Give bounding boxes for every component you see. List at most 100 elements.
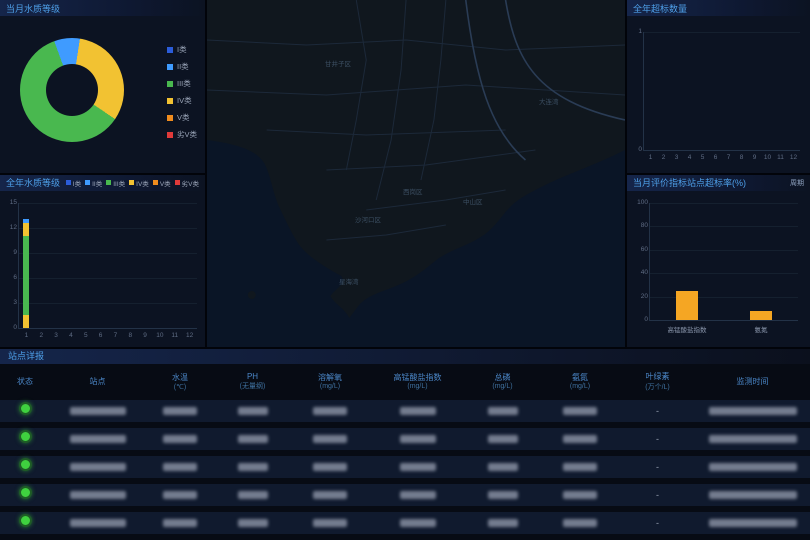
table-cell	[370, 435, 465, 443]
table-cell	[695, 463, 810, 471]
table-cell	[465, 463, 540, 471]
gridline	[650, 203, 798, 204]
legend-item[interactable]: IV类	[167, 95, 197, 106]
table-row[interactable]: -	[0, 428, 810, 450]
water-quality-donut-chart	[20, 38, 124, 142]
panel-exceed-rate: 当月评价指标站点超标率(%) 周期 020406080100高锰酸盐指数氨氮	[627, 175, 810, 348]
redacted-value	[400, 519, 436, 527]
legend-item[interactable]: V类	[153, 178, 171, 188]
legend-swatch	[106, 180, 111, 185]
table-cell	[215, 407, 290, 415]
redacted-value	[163, 407, 197, 415]
station-table-section: 站点详报 状态站点水温(℃)PH(无量纲)溶解氧(mg/L)高锰酸盐指数(mg/…	[0, 349, 810, 540]
legend-item[interactable]: II类	[85, 178, 102, 188]
legend-label: I类	[73, 178, 81, 188]
table-cell	[465, 519, 540, 527]
legend-swatch	[175, 180, 180, 185]
map[interactable]: 甘井子区大连湾西岗区中山区沙河口区星海湾	[207, 0, 625, 347]
x-axis-label: 2	[662, 154, 666, 161]
table-row[interactable]: -	[0, 456, 810, 478]
map-label: 大连湾	[539, 96, 559, 106]
table-cell	[0, 430, 50, 448]
bar-segment	[23, 236, 29, 315]
y-axis-label: 20	[634, 293, 648, 300]
table-cell	[695, 435, 810, 443]
redacted-value	[400, 407, 436, 415]
table-cell	[290, 519, 370, 527]
left-column: 当月水质等级 I类II类III类IV类V类劣V类 全年水质等级 I类II类III…	[0, 0, 205, 347]
y-axis-label: 100	[634, 199, 648, 206]
redacted-value	[70, 407, 126, 415]
column-header: 溶解氧(mg/L)	[290, 372, 370, 390]
table-cell	[145, 435, 215, 443]
table-cell	[370, 407, 465, 415]
legend-swatch	[167, 64, 173, 70]
y-axis-label: 3	[3, 299, 17, 306]
column-header: 叶绿素(万个/L)	[620, 371, 695, 392]
table-cell	[370, 491, 465, 499]
legend-item[interactable]: I类	[66, 178, 81, 188]
redacted-value	[238, 435, 268, 443]
legend-item[interactable]: III类	[106, 178, 125, 188]
period-selector[interactable]: 周期	[790, 178, 804, 188]
column-header: 监测时间	[695, 376, 810, 387]
stacked-bar	[23, 203, 29, 329]
table-cell	[145, 463, 215, 471]
legend-swatch	[167, 115, 173, 121]
exceed-count-chart: 01123456789101112	[643, 32, 800, 151]
legend-swatch	[167, 47, 173, 53]
redacted-value	[238, 407, 268, 415]
gridline	[19, 253, 197, 254]
legend-swatch	[85, 180, 90, 185]
status-dot	[19, 514, 32, 527]
table-body: - - - - -	[0, 398, 810, 540]
exceed-rate-bar-chart: 020406080100高锰酸盐指数氨氮	[649, 203, 798, 322]
top-section: 当月水质等级 I类II类III类IV类V类劣V类 全年水质等级 I类II类III…	[0, 0, 810, 347]
panel-header: 当月评价指标站点超标率(%) 周期	[627, 175, 810, 191]
y-axis-label: 0	[3, 324, 17, 331]
x-axis-label: 3	[675, 154, 679, 161]
redacted-value	[163, 491, 197, 499]
x-axis-label: 6	[714, 154, 718, 161]
y-axis-label: 9	[3, 249, 17, 256]
y-axis-label: 15	[3, 199, 17, 206]
y-axis-label: 60	[634, 246, 648, 253]
legend-item[interactable]: IV类	[129, 178, 149, 188]
x-axis-label: 10	[156, 332, 163, 339]
legend-item[interactable]: III类	[167, 78, 197, 89]
panel-header: 全年水质等级 I类II类III类IV类V类劣V类	[0, 175, 205, 191]
legend-item[interactable]: 劣V类	[175, 178, 199, 188]
legend-item[interactable]: 劣V类	[167, 129, 197, 140]
y-axis-label: 12	[3, 224, 17, 231]
rate-bar	[676, 291, 698, 320]
table-row[interactable]: -	[0, 484, 810, 506]
redacted-value	[313, 407, 347, 415]
bar-segment	[23, 315, 29, 328]
redacted-value	[238, 463, 268, 471]
table-row[interactable]: -	[0, 512, 810, 534]
redacted-value	[238, 519, 268, 527]
table-cell	[695, 407, 810, 415]
legend-item[interactable]: V类	[167, 112, 197, 123]
redacted-value	[400, 435, 436, 443]
gridline	[19, 303, 197, 304]
legend-label: 劣V类	[182, 178, 199, 188]
map-label: 星海湾	[339, 276, 359, 286]
legend-item[interactable]: II类	[167, 61, 197, 72]
y-axis-label: 1	[628, 28, 642, 35]
panel-header: 当月水质等级	[0, 0, 205, 16]
table-cell	[215, 463, 290, 471]
table-row[interactable]: -	[0, 400, 810, 422]
x-axis-label: 2	[39, 332, 43, 339]
panel-title: 当月水质等级	[6, 2, 60, 15]
gridline	[650, 273, 798, 274]
legend-item[interactable]: I类	[167, 44, 197, 55]
table-cell	[540, 519, 620, 527]
gridline	[650, 226, 798, 227]
table-cell	[370, 463, 465, 471]
right-column: 全年超标数量 01123456789101112 当月评价指标站点超标率(%) …	[627, 0, 810, 347]
table-cell	[50, 491, 145, 499]
redacted-value	[488, 435, 518, 443]
status-dot	[19, 430, 32, 443]
redacted-value	[488, 491, 518, 499]
